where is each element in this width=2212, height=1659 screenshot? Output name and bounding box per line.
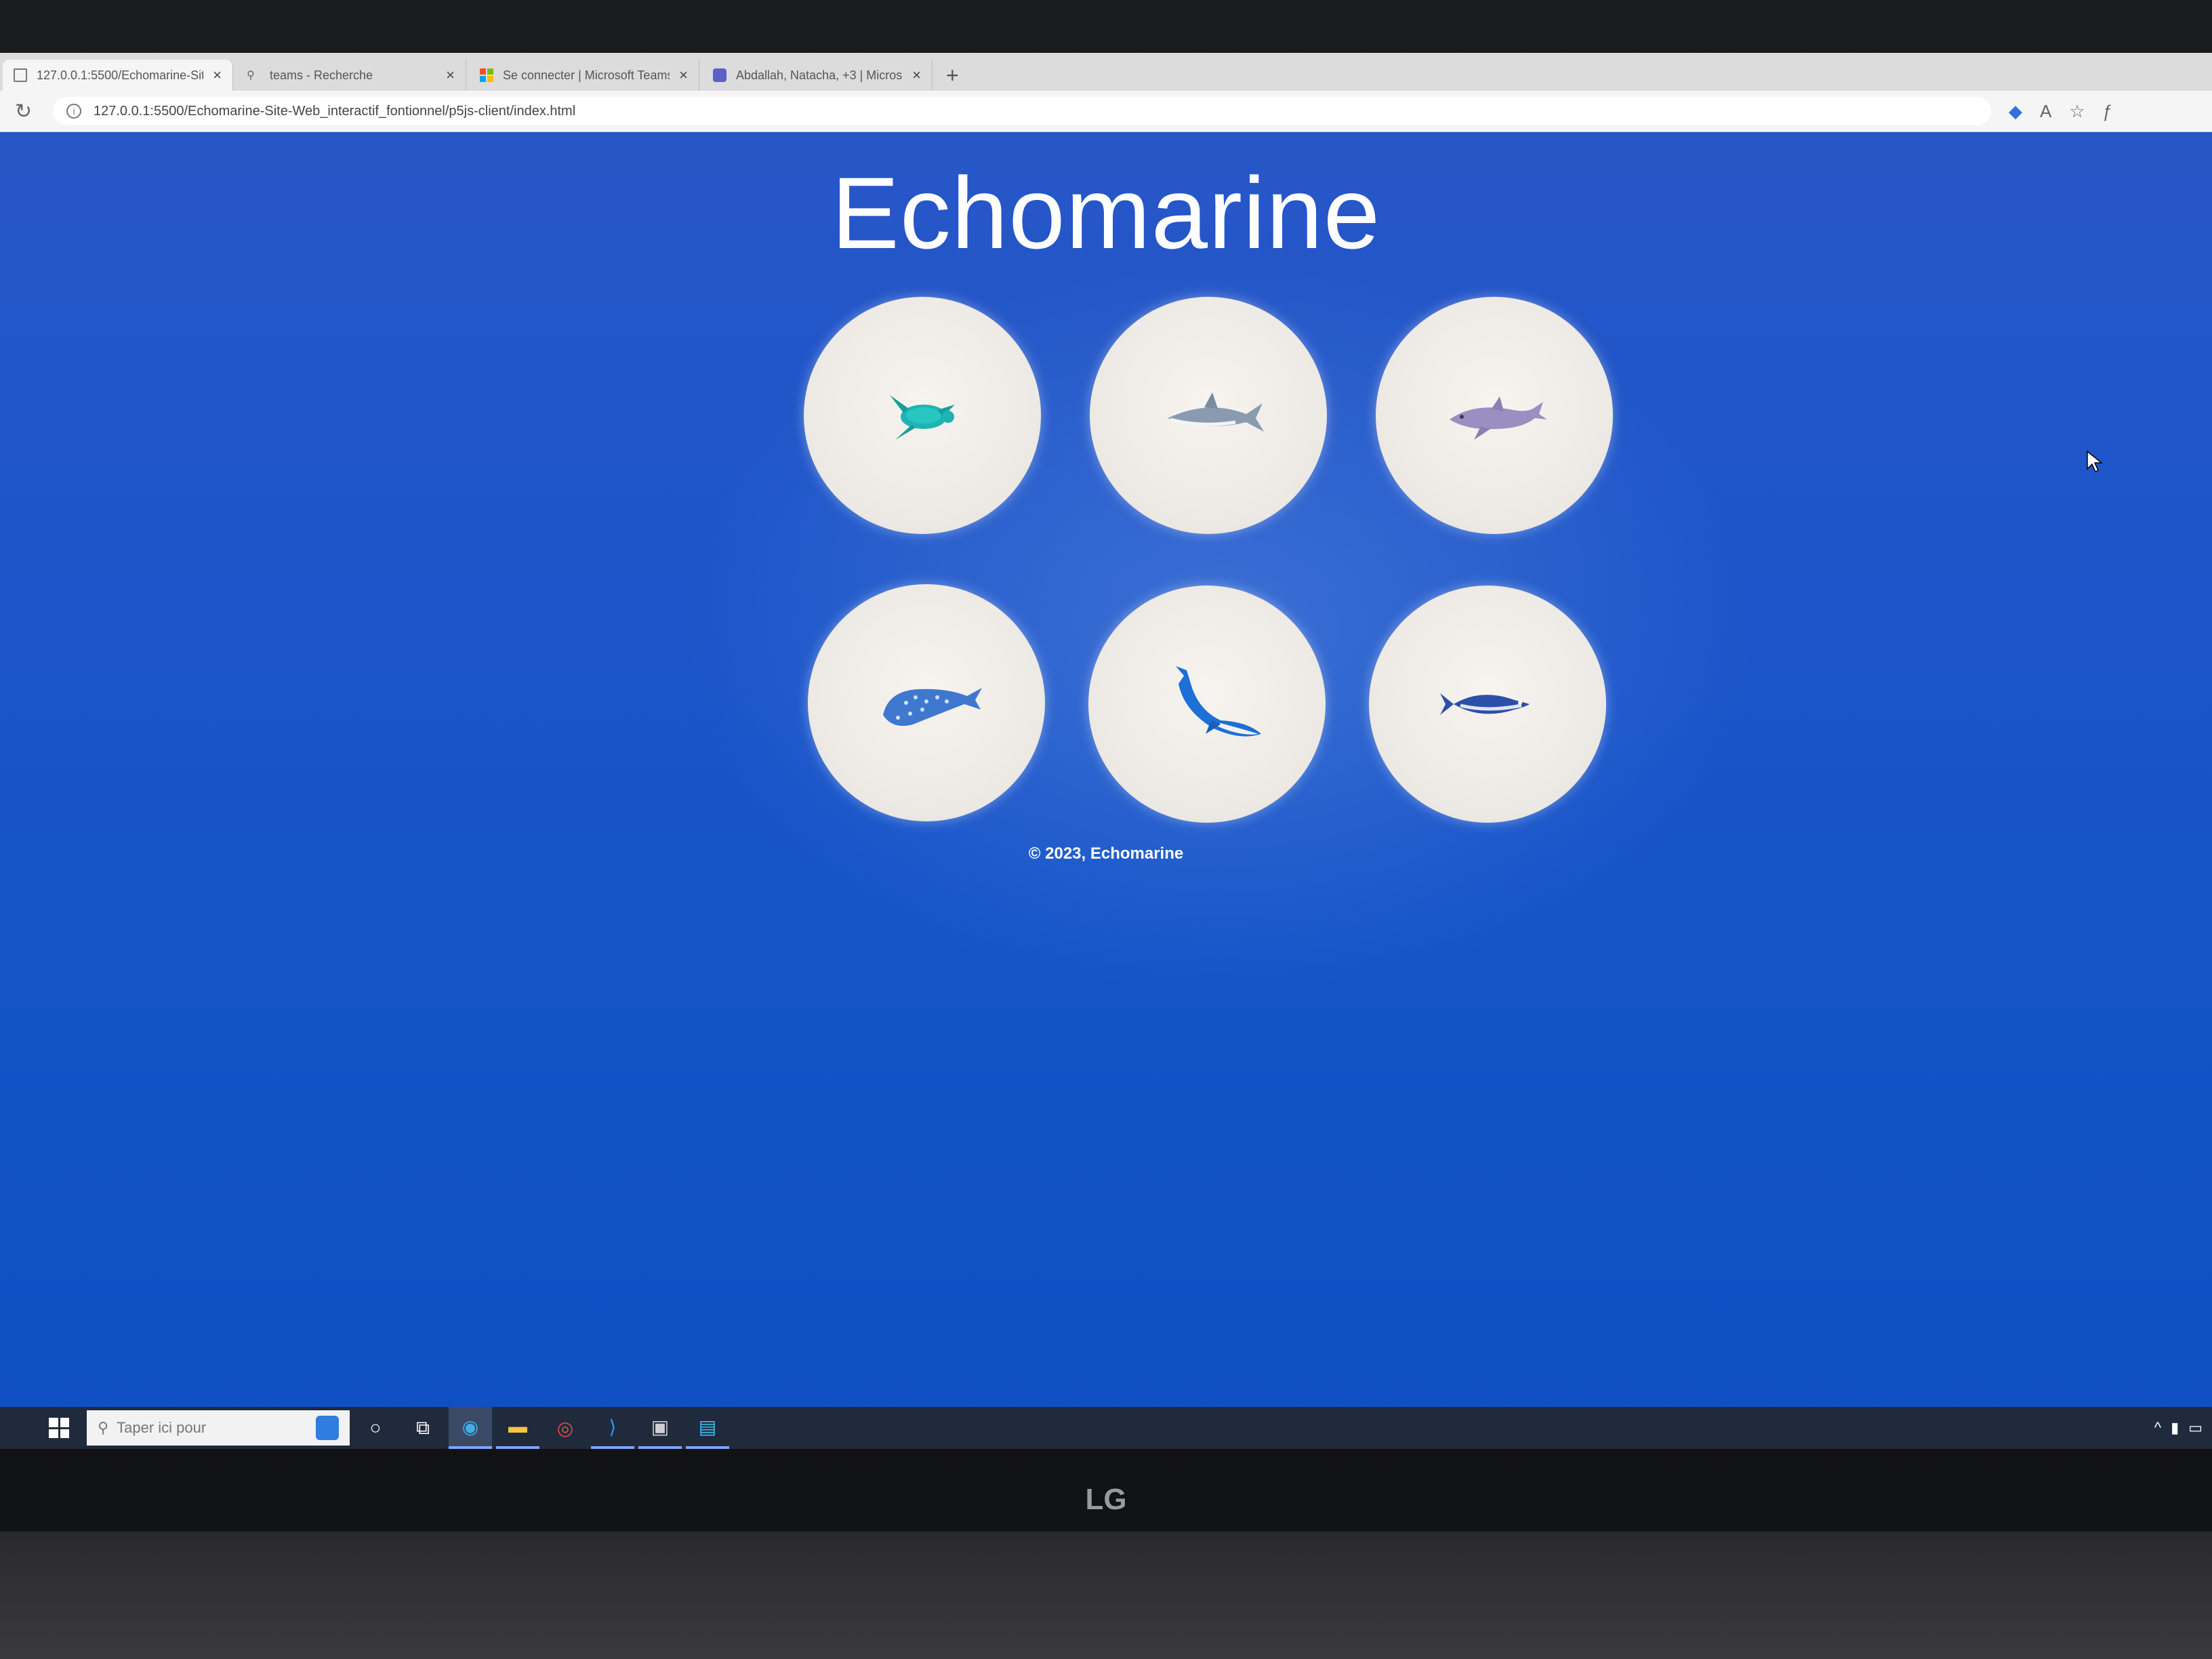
animal-button-whale-shark[interactable] bbox=[808, 584, 1045, 821]
search-icon: ⚲ bbox=[98, 1419, 109, 1436]
system-tray: ^ ▮ ▭ bbox=[2154, 1419, 2203, 1437]
taskbar-search-input[interactable]: ⚲ Taper ici pour bbox=[87, 1410, 350, 1446]
chrome-icon[interactable]: ◎ bbox=[544, 1407, 587, 1449]
screen: 127.0.0.1:5500/Echomarine-Site- × ⚲ team… bbox=[0, 53, 2212, 1449]
search-highlight-icon bbox=[316, 1416, 339, 1440]
dolphin-icon bbox=[1450, 396, 1547, 440]
animal-button-dolphin[interactable] bbox=[1376, 297, 1613, 534]
task-view-icon[interactable]: ⧉ bbox=[401, 1407, 445, 1449]
animal-button-tuna[interactable] bbox=[1369, 586, 1606, 823]
battery-icon[interactable]: ▮ bbox=[2171, 1419, 2179, 1437]
vscode-icon[interactable]: ⟩ bbox=[591, 1407, 634, 1449]
animal-button-blue-whale[interactable] bbox=[1088, 586, 1326, 823]
shark-icon bbox=[1168, 392, 1264, 432]
footer-copyright: © 2023, Echomarine bbox=[1028, 844, 1184, 863]
app-icon[interactable]: ▣ bbox=[638, 1407, 682, 1449]
whale-shark-icon bbox=[883, 688, 982, 726]
windows-start-icon[interactable] bbox=[49, 1418, 69, 1438]
search-placeholder: Taper ici pour bbox=[117, 1419, 207, 1436]
mouse-cursor-icon bbox=[2087, 450, 2104, 473]
tuna-icon bbox=[1440, 693, 1530, 715]
chevron-up-icon[interactable]: ^ bbox=[2154, 1419, 2161, 1437]
edge-icon[interactable]: ◉ bbox=[449, 1407, 492, 1449]
animal-button-turtle[interactable] bbox=[804, 297, 1041, 534]
taskbar: ⚲ Taper ici pour ○ ⧉ ◉ ▬ ◎ ⟩ ▣ ▤ ^ ▮ ▭ bbox=[0, 1407, 2212, 1449]
cortana-icon[interactable]: ○ bbox=[354, 1407, 397, 1449]
sea-turtle-icon bbox=[890, 395, 955, 440]
paint-icon[interactable]: ▤ bbox=[686, 1407, 729, 1449]
monitor-logo: LG bbox=[1085, 1483, 1127, 1516]
animal-button-shark[interactable] bbox=[1090, 297, 1327, 534]
blue-whale-icon bbox=[1176, 666, 1261, 737]
animal-grid bbox=[0, 53, 2212, 1449]
monitor-stand bbox=[0, 1532, 2212, 1659]
network-icon[interactable]: ▭ bbox=[2188, 1419, 2203, 1437]
file-explorer-icon[interactable]: ▬ bbox=[496, 1407, 539, 1449]
